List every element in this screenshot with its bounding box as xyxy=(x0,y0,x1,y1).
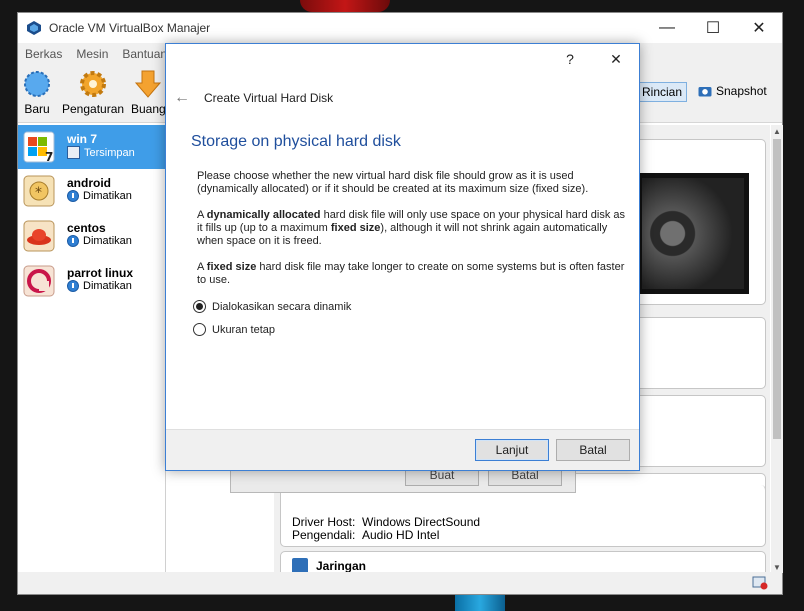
discard-button[interactable]: Buang xyxy=(131,69,166,116)
details-scrollbar[interactable]: ▲ ▼ xyxy=(771,125,783,573)
redhat-os-icon xyxy=(23,220,55,252)
snapshot-label: Snapshot xyxy=(716,84,767,98)
maximize-button[interactable]: ☐ xyxy=(690,13,736,43)
network-title: Jaringan xyxy=(316,559,367,573)
radio-fixed[interactable] xyxy=(193,323,206,336)
vm-name: android xyxy=(67,176,111,190)
vm-state-label: Dimatikan xyxy=(83,280,132,292)
power-off-icon xyxy=(67,280,79,292)
radio-dynamic[interactable] xyxy=(193,300,206,313)
vm-preview-image xyxy=(637,173,749,294)
back-arrow-icon[interactable]: ← xyxy=(174,89,196,107)
dialog-title-bar: ? ✕ xyxy=(166,44,639,74)
vm-state: Dimatikan xyxy=(67,190,132,202)
new-button[interactable]: Baru xyxy=(22,69,52,116)
title-bar: Oracle VM VirtualBox Manajer — ☐ ✕ xyxy=(18,13,782,43)
scrollbar-thumb[interactable] xyxy=(773,139,781,439)
audio-driver-key: Driver Host: xyxy=(292,515,356,529)
virtualbox-logo-icon xyxy=(27,21,41,35)
dialog-nav: ← Create Virtual Hard Disk xyxy=(174,89,333,107)
next-button[interactable]: Lanjut xyxy=(475,439,549,461)
minimize-button[interactable]: — xyxy=(644,13,690,43)
svg-text:*: * xyxy=(35,185,42,201)
menu-file[interactable]: Berkas xyxy=(18,47,69,61)
vm-list: 7 win 7 Tersimpan * android Dimatikan ce… xyxy=(18,125,166,573)
vm-state: Dimatikan xyxy=(67,280,132,292)
vm-state: Dimatikan xyxy=(67,235,132,247)
windows7-os-icon: 7 xyxy=(23,131,55,163)
details-toggle[interactable]: Rincian xyxy=(637,82,688,102)
dialog-footer: Lanjut Batal xyxy=(166,429,639,470)
menu-machine[interactable]: Mesin xyxy=(69,47,115,61)
close-button[interactable]: ✕ xyxy=(736,13,782,43)
audio-info: Driver Host: Windows DirectSound Pengenda… xyxy=(292,515,481,542)
scroll-up-arrow-icon[interactable]: ▲ xyxy=(771,125,783,137)
settings-label: Pengaturan xyxy=(62,102,125,116)
debian-os-icon xyxy=(23,265,55,297)
help-button[interactable]: ? xyxy=(547,44,593,74)
radio-dynamic-option[interactable]: Dialokasikan secara dinamik xyxy=(193,300,351,313)
dialog-description: Please choose whether the new virtual ha… xyxy=(197,170,629,300)
vm-list-item-android[interactable]: * android Dimatikan xyxy=(18,169,165,214)
discard-label: Buang xyxy=(131,102,166,116)
notification-icon[interactable] xyxy=(752,576,768,590)
audio-driver-value: Windows DirectSound xyxy=(362,515,481,529)
android-os-icon: * xyxy=(23,175,55,207)
svg-text:7: 7 xyxy=(45,150,53,163)
snapshot-toggle[interactable]: Snapshot xyxy=(694,82,771,100)
vm-state-label: Tersimpan xyxy=(84,146,135,159)
description-paragraph-3: A fixed size hard disk file may take lon… xyxy=(197,261,625,286)
vm-list-item-parrot[interactable]: parrot linux Dimatikan xyxy=(18,259,165,304)
power-off-icon xyxy=(67,190,79,202)
radio-fixed-label: Ukuran tetap xyxy=(212,323,275,336)
description-paragraph-1: Please choose whether the new virtual ha… xyxy=(197,170,589,195)
status-bar xyxy=(18,572,782,594)
vm-name: win 7 xyxy=(67,132,98,146)
power-off-icon xyxy=(67,235,79,247)
create-virtual-hard-disk-dialog: ? ✕ ← Create Virtual Hard Disk Storage o… xyxy=(165,43,640,471)
audio-controller-value: Audio HD Intel xyxy=(362,528,440,542)
camera-icon xyxy=(698,87,712,97)
vm-state-label: Dimatikan xyxy=(83,190,132,202)
new-label: Baru xyxy=(24,102,50,116)
audio-controller-key: Pengendali: xyxy=(292,528,356,542)
settings-button[interactable]: Pengaturan xyxy=(62,69,124,116)
new-machine-icon xyxy=(24,71,50,97)
vm-list-item-centos[interactable]: centos Dimatikan xyxy=(18,214,165,259)
dialog-close-button[interactable]: ✕ xyxy=(593,44,639,74)
desktop-background xyxy=(300,0,390,12)
vm-list-item-win7[interactable]: 7 win 7 Tersimpan xyxy=(18,125,165,169)
vm-state: Tersimpan xyxy=(67,146,135,159)
page-heading: Storage on physical hard disk xyxy=(191,133,401,150)
window-title: Oracle VM VirtualBox Manajer xyxy=(49,21,211,35)
cancel-button[interactable]: Batal xyxy=(556,439,630,461)
audio-panel: Driver Host: Windows DirectSound Pengenda… xyxy=(280,485,766,547)
discard-arrow-icon xyxy=(135,70,162,98)
vm-name: centos xyxy=(67,221,106,235)
details-label: Rincian xyxy=(642,85,683,99)
dialog-title: Create Virtual Hard Disk xyxy=(204,91,334,105)
vm-state-label: Dimatikan xyxy=(83,235,132,247)
description-paragraph-2: A dynamically allocated hard disk file w… xyxy=(197,209,625,247)
vm-name: parrot linux xyxy=(67,266,134,280)
saved-state-icon xyxy=(67,146,80,159)
radio-dynamic-label: Dialokasikan secara dinamik xyxy=(212,300,352,313)
gear-icon xyxy=(80,71,107,97)
radio-fixed-option[interactable]: Ukuran tetap xyxy=(193,323,275,336)
